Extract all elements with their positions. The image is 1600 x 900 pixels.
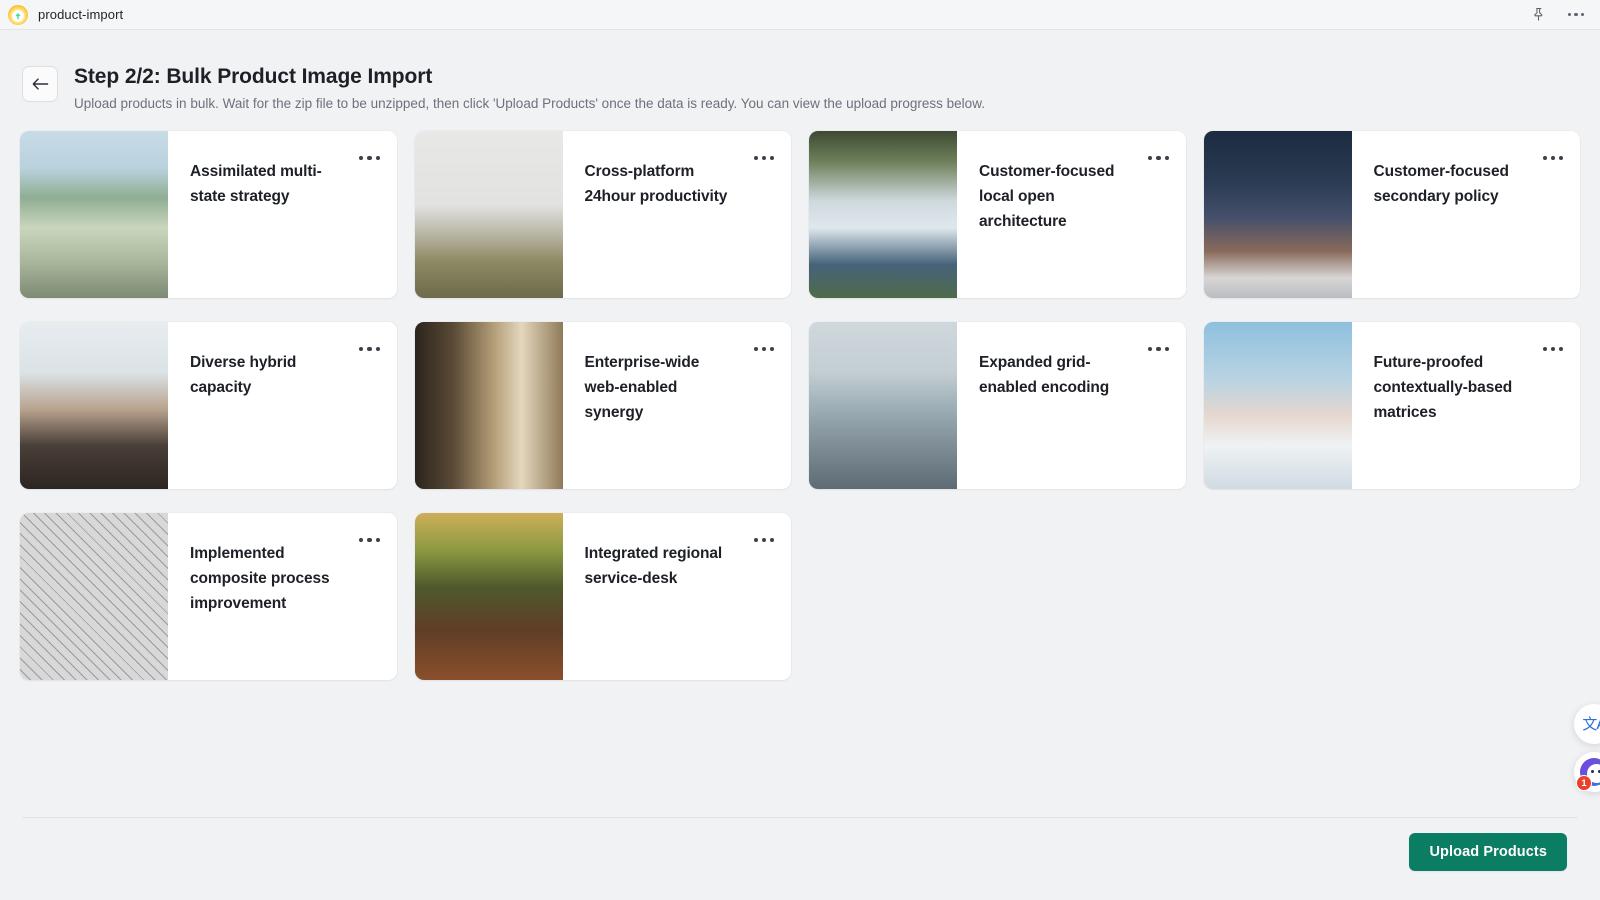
page-title: Step 2/2: Bulk Product Image Import: [74, 65, 433, 88]
product-thumbnail: [809, 131, 957, 299]
product-card[interactable]: Implemented composite process improvemen…: [20, 513, 397, 681]
cloud-upload-icon: [8, 4, 28, 25]
product-card[interactable]: Customer-focused secondary policy: [1203, 131, 1581, 299]
product-card-more-horizontal-icon[interactable]: [751, 531, 777, 549]
product-card[interactable]: Enterprise-wide web-enabled synergy: [414, 322, 792, 490]
product-name: Future-proofed contextually-based matric…: [1373, 354, 1513, 422]
product-card-body: Integrated regional service-desk: [563, 513, 792, 680]
product-thumbnail: [20, 513, 168, 681]
page-content: Step 2/2: Bulk Product Image Import Uplo…: [0, 30, 1600, 900]
product-card-body: Customer-focused local open architecture: [957, 131, 1186, 298]
product-name: Cross-platform 24hour productivity: [584, 163, 728, 206]
product-name: Implemented composite process improvemen…: [190, 545, 330, 613]
product-card-more-horizontal-icon[interactable]: [357, 340, 383, 358]
product-thumbnail: [809, 322, 957, 490]
product-thumbnail: [20, 131, 168, 299]
product-card-more-horizontal-icon[interactable]: [1540, 149, 1566, 167]
product-card-body: Implemented composite process improvemen…: [168, 513, 397, 680]
app-title: product-import: [38, 7, 124, 22]
product-card-body: Enterprise-wide web-enabled synergy: [563, 322, 792, 489]
product-card-body: Assimilated multi-state strategy: [168, 131, 397, 298]
arrow-left-icon: [32, 77, 49, 91]
product-name: Assimilated multi-state strategy: [190, 163, 322, 206]
product-name: Diverse hybrid capacity: [190, 354, 297, 397]
product-thumbnail: [414, 131, 563, 299]
page-header: Step 2/2: Bulk Product Image Import Uplo…: [0, 30, 1600, 114]
product-thumbnail: [1203, 131, 1352, 299]
product-card-more-horizontal-icon[interactable]: [1540, 340, 1566, 358]
translate-widget-button[interactable]: 文A: [1574, 704, 1600, 744]
product-card[interactable]: Expanded grid-enabled encoding: [809, 322, 1186, 490]
back-button[interactable]: [22, 66, 58, 102]
floating-widget-stack: 文A 1: [1574, 704, 1600, 792]
product-card-more-horizontal-icon[interactable]: [1146, 340, 1172, 358]
product-card[interactable]: Customer-focused local open architecture: [809, 131, 1186, 299]
product-card-body: Diverse hybrid capacity: [168, 322, 397, 489]
product-card-more-horizontal-icon[interactable]: [357, 531, 383, 549]
titlebar-app-identity: product-import: [8, 4, 124, 25]
more-dots: [1568, 12, 1584, 17]
product-card-more-horizontal-icon[interactable]: [751, 340, 777, 358]
more-horizontal-icon[interactable]: [1566, 5, 1586, 25]
translate-icon: 文A: [1582, 714, 1600, 733]
product-card[interactable]: Diverse hybrid capacity: [20, 322, 397, 490]
upload-products-button[interactable]: Upload Products: [1409, 833, 1567, 871]
product-name: Expanded grid-enabled encoding: [979, 354, 1110, 397]
product-card-body: Cross-platform 24hour productivity: [563, 131, 792, 298]
product-name: Enterprise-wide web-enabled synergy: [584, 354, 700, 422]
pin-icon[interactable]: [1528, 5, 1548, 25]
page-subtitle: Upload products in bulk. Wait for the zi…: [74, 96, 985, 112]
page-footer: Upload Products: [0, 833, 1600, 871]
product-card[interactable]: Assimilated multi-state strategy: [20, 131, 397, 299]
product-card-more-horizontal-icon[interactable]: [751, 149, 777, 167]
product-card[interactable]: Integrated regional service-desk: [414, 513, 792, 681]
chat-support-widget-button[interactable]: 1: [1574, 752, 1600, 792]
footer-divider: [22, 817, 1578, 818]
product-card[interactable]: Cross-platform 24hour productivity: [414, 131, 792, 299]
chat-eye-left: [1590, 769, 1595, 774]
chat-unread-badge: 1: [1576, 775, 1592, 791]
product-name: Integrated regional service-desk: [584, 545, 723, 588]
product-thumbnail: [20, 322, 168, 490]
product-card-grid: Assimilated multi-state strategy Cross-pl…: [0, 131, 1600, 681]
product-name: Customer-focused secondary policy: [1373, 163, 1509, 206]
product-card-more-horizontal-icon[interactable]: [357, 149, 383, 167]
page-header-text: Step 2/2: Bulk Product Image Import Uplo…: [74, 63, 985, 114]
product-name: Customer-focused local open architecture: [979, 163, 1115, 231]
titlebar-actions: [1528, 5, 1586, 25]
window-titlebar: product-import: [0, 0, 1600, 30]
product-card-more-horizontal-icon[interactable]: [1146, 149, 1172, 167]
product-card-body: Customer-focused secondary policy: [1352, 131, 1581, 298]
product-thumbnail: [414, 513, 563, 681]
product-card-body: Expanded grid-enabled encoding: [957, 322, 1186, 489]
product-thumbnail: [414, 322, 563, 490]
product-card[interactable]: Future-proofed contextually-based matric…: [1203, 322, 1581, 490]
product-thumbnail: [1203, 322, 1352, 490]
product-card-body: Future-proofed contextually-based matric…: [1352, 322, 1581, 489]
